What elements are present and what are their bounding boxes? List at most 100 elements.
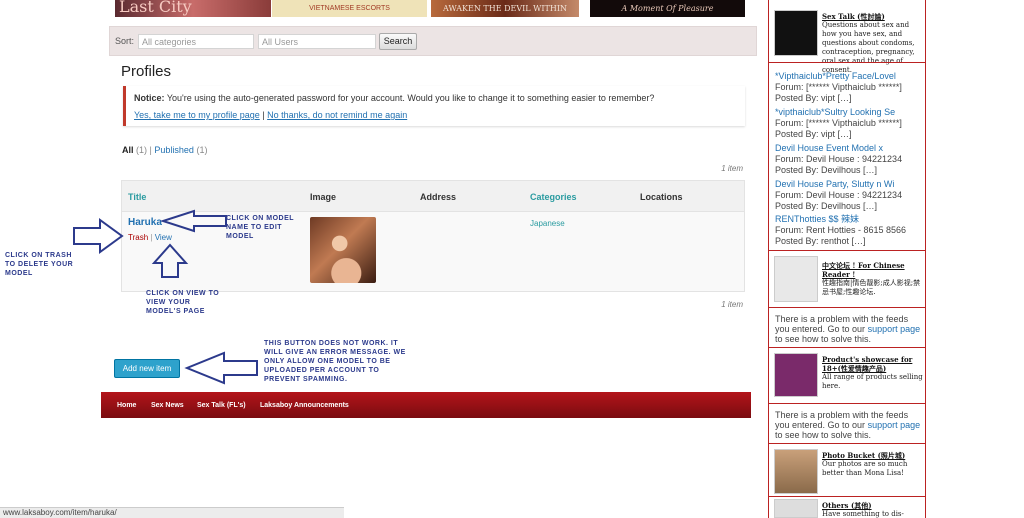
filter-separator: | <box>149 145 152 155</box>
feed-author: Posted By: renthot […] <box>775 236 866 246</box>
row-actions: Trash | View <box>128 233 172 242</box>
newspaper-icon[interactable] <box>774 256 818 302</box>
gender-symbol-icon[interactable] <box>774 353 818 397</box>
banner-ad-1[interactable]: Last City <box>115 0 271 17</box>
annotation-trash: CLICK ON TRASH TO DELETE YOUR MODEL <box>5 252 74 277</box>
dismiss-reminder-link[interactable]: No thanks, do not remind me again <box>267 110 407 120</box>
sidebar-divider <box>769 250 925 251</box>
item-thumbnail <box>310 217 376 283</box>
search-button[interactable]: Search <box>379 33 417 50</box>
item-count-top: 1 item <box>721 164 743 173</box>
column-image: Image <box>310 192 337 202</box>
sidebar-divider <box>769 307 925 308</box>
password-notice: Notice: You're using the auto-generated … <box>123 86 745 126</box>
support-page-link[interactable]: support page <box>868 324 921 334</box>
nav-sex-talk[interactable]: Sex Talk (FL's) <box>197 402 246 409</box>
others-icon[interactable] <box>774 499 818 518</box>
status-filters: All (1) | Published (1) <box>122 145 207 155</box>
feed-author: Posted By: vipt […] <box>775 129 852 139</box>
trash-link[interactable]: Trash <box>128 233 148 242</box>
filter-all[interactable]: All <box>122 145 134 155</box>
feed-title-link[interactable]: RENThotties $$ 辣妹 <box>775 214 925 225</box>
chinese-forum-desc: 性趣指南|情色靓影;成人影视;禁忌书屋;性趣论坛. <box>822 279 921 296</box>
column-address: Address <box>420 192 457 202</box>
profile-page-link[interactable]: Yes, take me to my profile page <box>134 110 260 120</box>
item-category-link[interactable]: Japanese <box>530 219 565 228</box>
feed-item-2: *vipthaiclub*Sultry Looking Se Forum: [*… <box>775 107 925 140</box>
page: Last City VIETNAMESE ESCORTS AWAKEN THE … <box>0 0 1024 518</box>
item-title-link[interactable]: Haruka <box>128 217 162 228</box>
column-locations: Locations <box>640 192 683 202</box>
sidebar-showcase: Product's showcase for 18+(性爱情趣产品) All r… <box>822 355 924 391</box>
photo-bucket-thumbnail[interactable] <box>774 449 818 494</box>
feed-author: Posted By: Devilhous […] <box>775 201 878 211</box>
feed-title-link[interactable]: *Vipthaiclub*Pretty Face/Lovel <box>775 71 925 82</box>
table-row: Haruka Trash | View Japanese <box>122 212 744 291</box>
others-link[interactable]: Others (其他) <box>822 501 924 510</box>
view-link[interactable]: View <box>155 233 172 242</box>
feed-error-2: There is a problem with the feeds you en… <box>775 410 921 440</box>
sort-label: Sort: <box>115 36 135 46</box>
add-new-item-button[interactable]: Add new item <box>114 359 180 378</box>
others-desc: Have something to dis- <box>822 510 904 518</box>
nav-announcements[interactable]: Laksaboy Announcements <box>260 402 349 409</box>
sidebar-divider <box>769 443 925 444</box>
sex-talk-desc: Questions about sex and how you have sex… <box>822 21 915 74</box>
sidebar-divider <box>769 62 925 63</box>
feed-item-5: RENThotties $$ 辣妹 Forum: Rent Hotties - … <box>775 214 925 247</box>
arrow-to-add-button-icon <box>184 351 258 385</box>
photo-bucket-link[interactable]: Photo Bucket (照片城) <box>822 451 924 460</box>
feed-author: Posted By: Devilhous […] <box>775 165 878 175</box>
notice-separator: | <box>262 110 265 120</box>
column-title[interactable]: Title <box>128 192 146 202</box>
support-page-link[interactable]: support page <box>868 420 921 430</box>
feed-forum: Forum: [****** Vipthaiclub ******] <box>775 82 902 92</box>
feed-title-link[interactable]: Devil House Party, Slutty n Wi <box>775 179 925 190</box>
feed-forum: Forum: [****** Vipthaiclub ******] <box>775 118 902 128</box>
feed-author: Posted By: vipt […] <box>775 93 852 103</box>
annotation-view: CLICK ON VIEW TO VIEW YOUR MODEL'S PAGE <box>146 290 220 315</box>
filter-published[interactable]: Published <box>154 145 194 155</box>
feed-forum: Forum: Devil House : 94221234 <box>775 190 903 200</box>
column-categories[interactable]: Categories <box>530 192 577 202</box>
banner-strip: Last City VIETNAMESE ESCORTS AWAKEN THE … <box>101 0 751 18</box>
nav-sex-news[interactable]: Sex News <box>151 402 184 409</box>
filter-published-count: (1) <box>196 145 208 155</box>
feed-forum: Forum: Devil House : 94221234 <box>775 154 903 164</box>
feed-error-1: There is a problem with the feeds you en… <box>775 314 921 344</box>
annotation-edit: CLICK ON MODEL NAME TO EDIT MODEL <box>226 215 295 240</box>
sidebar: Sex Talk (性討論) Questions about sex and h… <box>768 0 926 518</box>
photo-bucket-desc: Our photos are so much better than Mona … <box>822 460 908 477</box>
footer-nav: Home Sex News Sex Talk (FL's) Laksaboy A… <box>101 392 751 418</box>
arrow-to-trash-icon <box>73 218 124 254</box>
notice-message: Notice: You're using the auto-generated … <box>134 93 654 103</box>
notice-label: Notice: <box>134 93 165 103</box>
feed-item-3: Devil House Event Model x Forum: Devil H… <box>775 143 925 176</box>
sidebar-photo: Photo Bucket (照片城) Our photos are so muc… <box>822 451 924 478</box>
sidebar-divider <box>769 347 925 348</box>
banner-ad-3[interactable]: AWAKEN THE DEVIL WITHIN <box>431 0 579 17</box>
notice-links: Yes, take me to my profile page | No tha… <box>134 110 407 120</box>
feed-item-1: *Vipthaiclub*Pretty Face/Lovel Forum: [*… <box>775 71 925 104</box>
showcase-link[interactable]: Product's showcase for 18+(性爱情趣产品) <box>822 355 924 373</box>
sex-talk-logo-icon[interactable] <box>774 10 818 56</box>
chinese-forum-link[interactable]: 中文论坛 ! For Chinese Reader ! <box>822 261 924 279</box>
showcase-desc: All range of products selling here. <box>822 373 923 390</box>
sidebar-sex-talk: Sex Talk (性討論) Questions about sex and h… <box>822 12 924 75</box>
nav-home[interactable]: Home <box>117 402 136 409</box>
category-filter-input[interactable]: All categories <box>138 34 254 49</box>
feed-forum: Forum: Rent Hotties - 8615 8566 <box>775 225 907 235</box>
feed-item-4: Devil House Party, Slutty n Wi Forum: De… <box>775 179 925 212</box>
banner-ad-2[interactable]: VIETNAMESE ESCORTS <box>272 0 427 17</box>
users-filter-input[interactable]: All Users <box>258 34 376 49</box>
banner-ad-4[interactable]: A Moment Of Pleasure <box>590 0 745 17</box>
notice-text: You're using the auto-generated password… <box>166 93 655 103</box>
page-title: Profiles <box>121 63 172 80</box>
feed-title-link[interactable]: Devil House Event Model x <box>775 143 925 154</box>
filter-all-count: (1) <box>136 145 148 155</box>
item-count-bottom: 1 item <box>721 300 743 309</box>
feed-title-link[interactable]: *vipthaiclub*Sultry Looking Se <box>775 107 925 118</box>
sex-talk-link[interactable]: Sex Talk (性討論) <box>822 12 924 21</box>
row-action-separator: | <box>150 233 153 242</box>
sort-bar: Sort: All categories All Users Search <box>109 26 757 56</box>
